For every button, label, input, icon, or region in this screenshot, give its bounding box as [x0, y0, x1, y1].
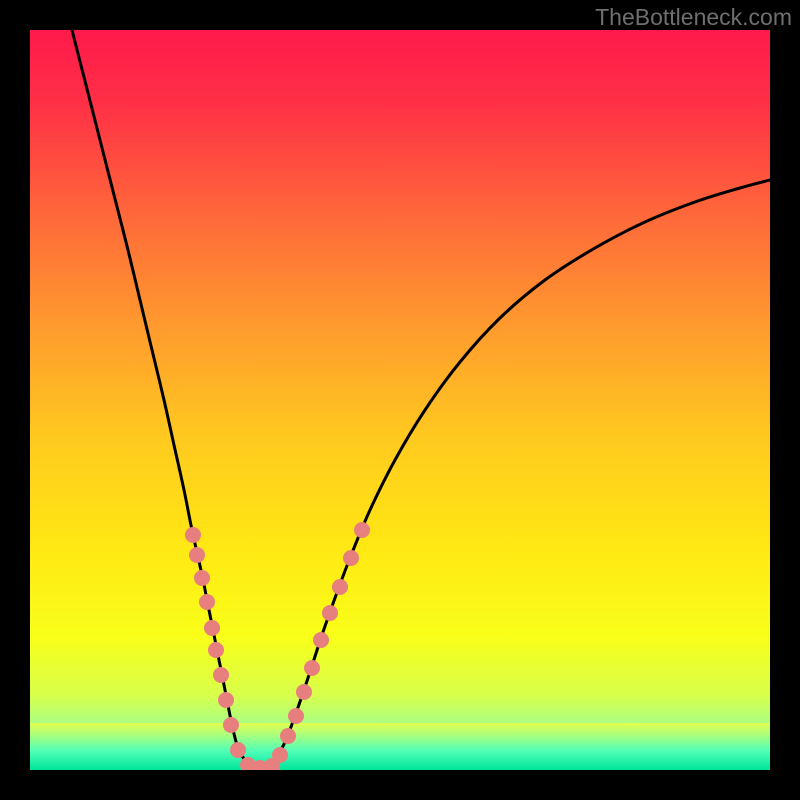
highlight-dot — [213, 667, 229, 683]
highlight-dot — [194, 570, 210, 586]
highlight-dot — [313, 632, 329, 648]
highlight-dot — [304, 660, 320, 676]
highlight-dot — [343, 550, 359, 566]
highlight-dot — [280, 728, 296, 744]
highlight-dot — [296, 684, 312, 700]
highlight-dot — [272, 747, 288, 763]
chart-plot-area — [30, 30, 770, 770]
highlight-dot — [354, 522, 370, 538]
highlight-dot — [322, 605, 338, 621]
highlight-dot — [199, 594, 215, 610]
highlight-dot — [288, 708, 304, 724]
highlight-dot — [230, 742, 246, 758]
curve-right-branch — [260, 180, 770, 768]
highlight-dot — [218, 692, 234, 708]
watermark-text: TheBottleneck.com — [595, 4, 792, 31]
highlight-dot — [208, 642, 224, 658]
highlight-dot — [204, 620, 220, 636]
curve-left-branch — [72, 30, 260, 768]
highlight-dot — [185, 527, 201, 543]
highlight-dot — [223, 717, 239, 733]
highlight-dot — [189, 547, 205, 563]
chart-curve-svg — [30, 30, 770, 770]
highlight-dot — [332, 579, 348, 595]
